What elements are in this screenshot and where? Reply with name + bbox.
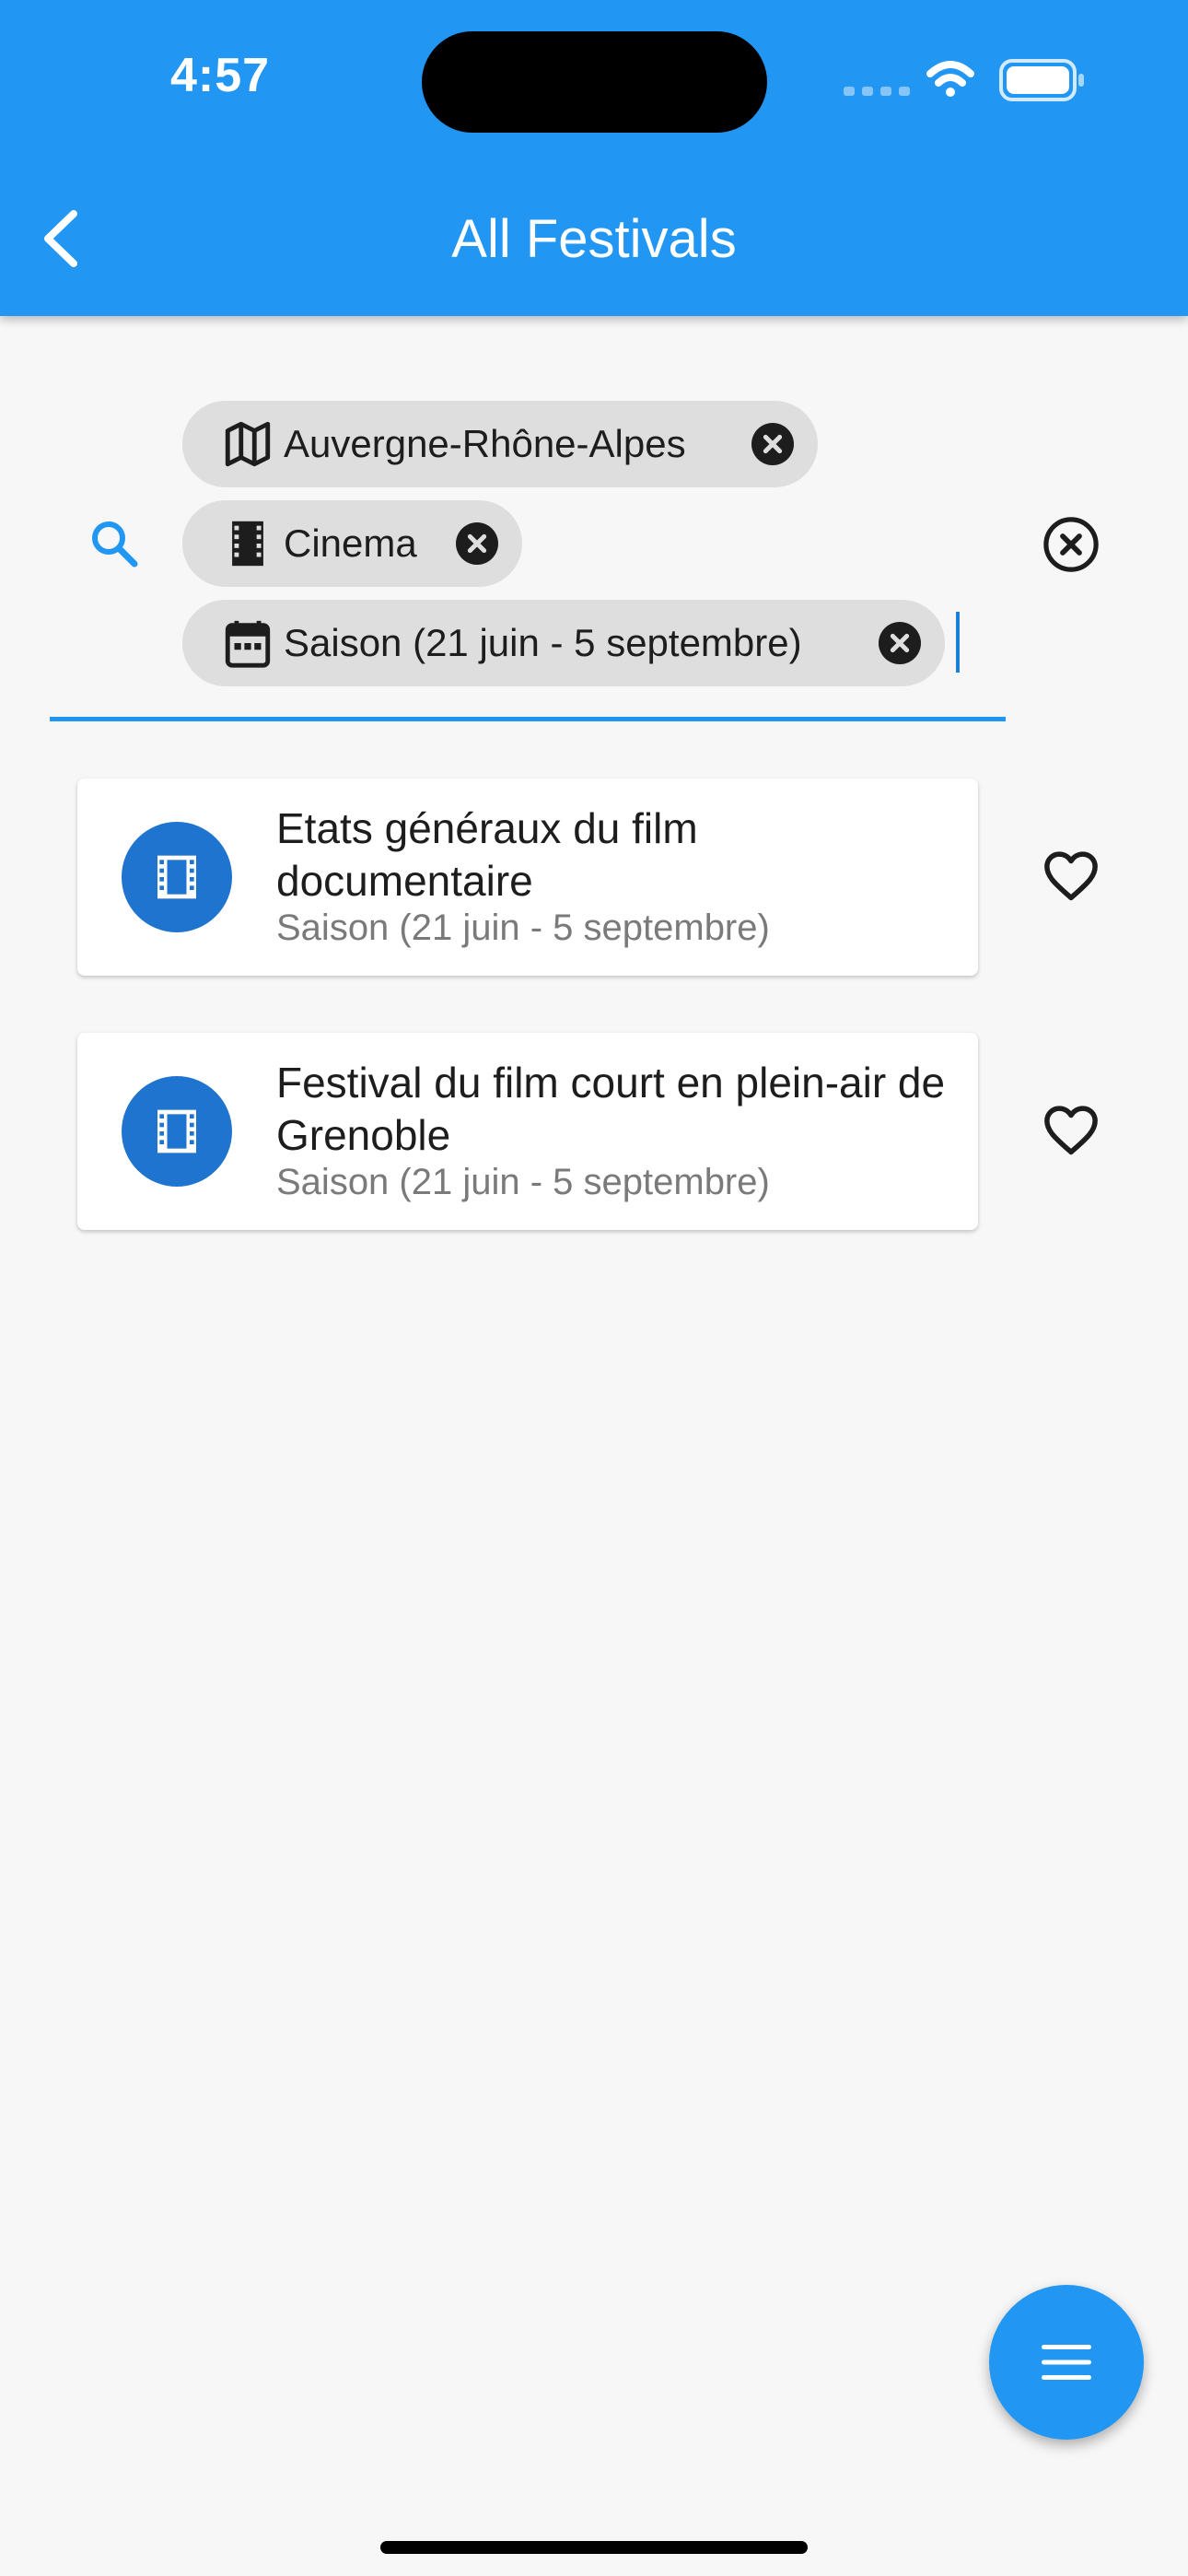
festival-card[interactable]: Festival du film court en plein-air de G…: [77, 1033, 978, 1230]
search-icon: [92, 521, 138, 568]
text-cursor[interactable]: [956, 612, 960, 673]
page-title: All Festivals: [451, 209, 737, 269]
app-bar: 4:57 All Festivals: [0, 0, 1188, 316]
menu-icon: [1042, 2345, 1091, 2380]
remove-chip-icon[interactable]: [751, 423, 794, 465]
card-avatar: [122, 822, 232, 932]
home-indicator[interactable]: [380, 2541, 808, 2554]
film-icon: [232, 521, 263, 567]
cellular-signal-icon: [844, 87, 910, 96]
movie-icon: [157, 1109, 196, 1153]
dynamic-island: [422, 31, 767, 133]
clear-search-icon[interactable]: [1042, 516, 1100, 573]
filter-chip-region[interactable]: Auvergne-Rhône-Alpes: [182, 401, 818, 487]
chip-label: Saison (21 juin - 5 septembre): [284, 621, 802, 664]
status-icons: [844, 59, 1084, 101]
card-avatar: [122, 1076, 232, 1187]
battery-icon: [999, 59, 1084, 101]
movie-icon: [157, 855, 196, 899]
remove-chip-icon[interactable]: [879, 622, 921, 664]
festival-season: Saison (21 juin - 5 septembre): [276, 907, 770, 948]
search-field-underline: [50, 717, 1006, 721]
chip-label: Auvergne-Rhône-Alpes: [284, 422, 686, 465]
calendar-icon: [225, 620, 271, 668]
favorite-heart-icon[interactable]: [1041, 1100, 1101, 1161]
status-time: 4:57: [170, 49, 271, 102]
filter-chip-season[interactable]: Saison (21 juin - 5 septembre): [182, 600, 945, 686]
chip-label: Cinema: [284, 521, 417, 565]
festival-season: Saison (21 juin - 5 septembre): [276, 1162, 770, 1202]
menu-fab-button[interactable]: [989, 2285, 1144, 2440]
festival-card[interactable]: Etats généraux du film documentaire Sais…: [77, 779, 978, 976]
remove-chip-icon[interactable]: [456, 522, 498, 565]
filter-chip-category[interactable]: Cinema: [182, 500, 522, 587]
festival-title: Festival du film court en plein-air de G…: [276, 1059, 946, 1159]
festival-title: Etats généraux du film documentaire: [276, 804, 698, 905]
wifi-icon: [926, 61, 974, 97]
favorite-heart-icon[interactable]: [1041, 846, 1101, 907]
map-icon: [225, 421, 271, 467]
